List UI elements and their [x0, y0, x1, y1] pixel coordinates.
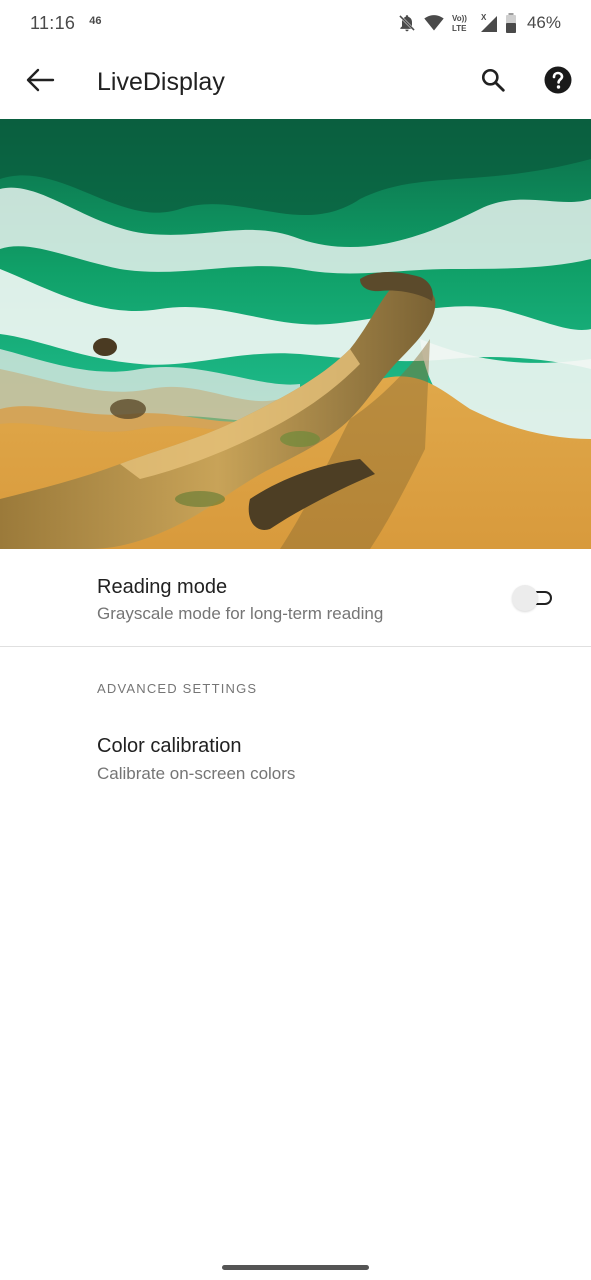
color-calibration-row[interactable]: Color calibration Calibrate on-screen co… — [0, 712, 591, 802]
home-indicator[interactable] — [222, 1265, 369, 1270]
svg-text:LTE: LTE — [452, 24, 467, 33]
back-button[interactable] — [18, 60, 62, 104]
hero-image-aerial-coast — [0, 119, 591, 549]
color-calibration-title: Color calibration — [97, 735, 242, 757]
toggle-thumb — [512, 585, 538, 611]
reading-mode-row[interactable]: Reading mode Grayscale mode for long-ter… — [0, 549, 591, 646]
reading-mode-title: Reading mode — [97, 576, 228, 598]
color-calibration-subtitle: Calibrate on-screen colors — [97, 764, 296, 783]
volte-icon: Vo)) LTE — [451, 12, 473, 34]
svg-text:X: X — [481, 13, 487, 22]
advanced-settings-header: ADVANCED SETTINGS — [97, 681, 258, 696]
signal-icon: X — [479, 12, 499, 34]
arrow-back-icon — [25, 68, 55, 97]
reading-mode-toggle[interactable] — [510, 584, 558, 612]
help-icon — [544, 66, 572, 99]
bell-off-icon — [397, 13, 417, 33]
help-button[interactable] — [536, 60, 580, 104]
search-icon — [480, 67, 506, 98]
battery-percent: 46% — [526, 13, 561, 32]
battery-icon — [505, 13, 517, 33]
wifi-icon — [423, 13, 445, 33]
status-icons: Vo)) LTE X 46% — [397, 12, 561, 34]
reading-mode-subtitle: Grayscale mode for long-term reading — [97, 604, 384, 623]
page-title: LiveDisplay — [97, 68, 225, 96]
divider — [0, 646, 591, 647]
app-bar: LiveDisplay — [0, 46, 591, 119]
status-left: 11:16 46 — [30, 13, 101, 34]
status-bar: 11:16 46 Vo)) LTE X 46% — [0, 0, 591, 46]
network-badge: 46 — [89, 14, 102, 27]
svg-text:Vo)): Vo)) — [452, 14, 467, 23]
status-time: 11:16 — [30, 12, 76, 33]
search-button[interactable] — [471, 60, 515, 104]
